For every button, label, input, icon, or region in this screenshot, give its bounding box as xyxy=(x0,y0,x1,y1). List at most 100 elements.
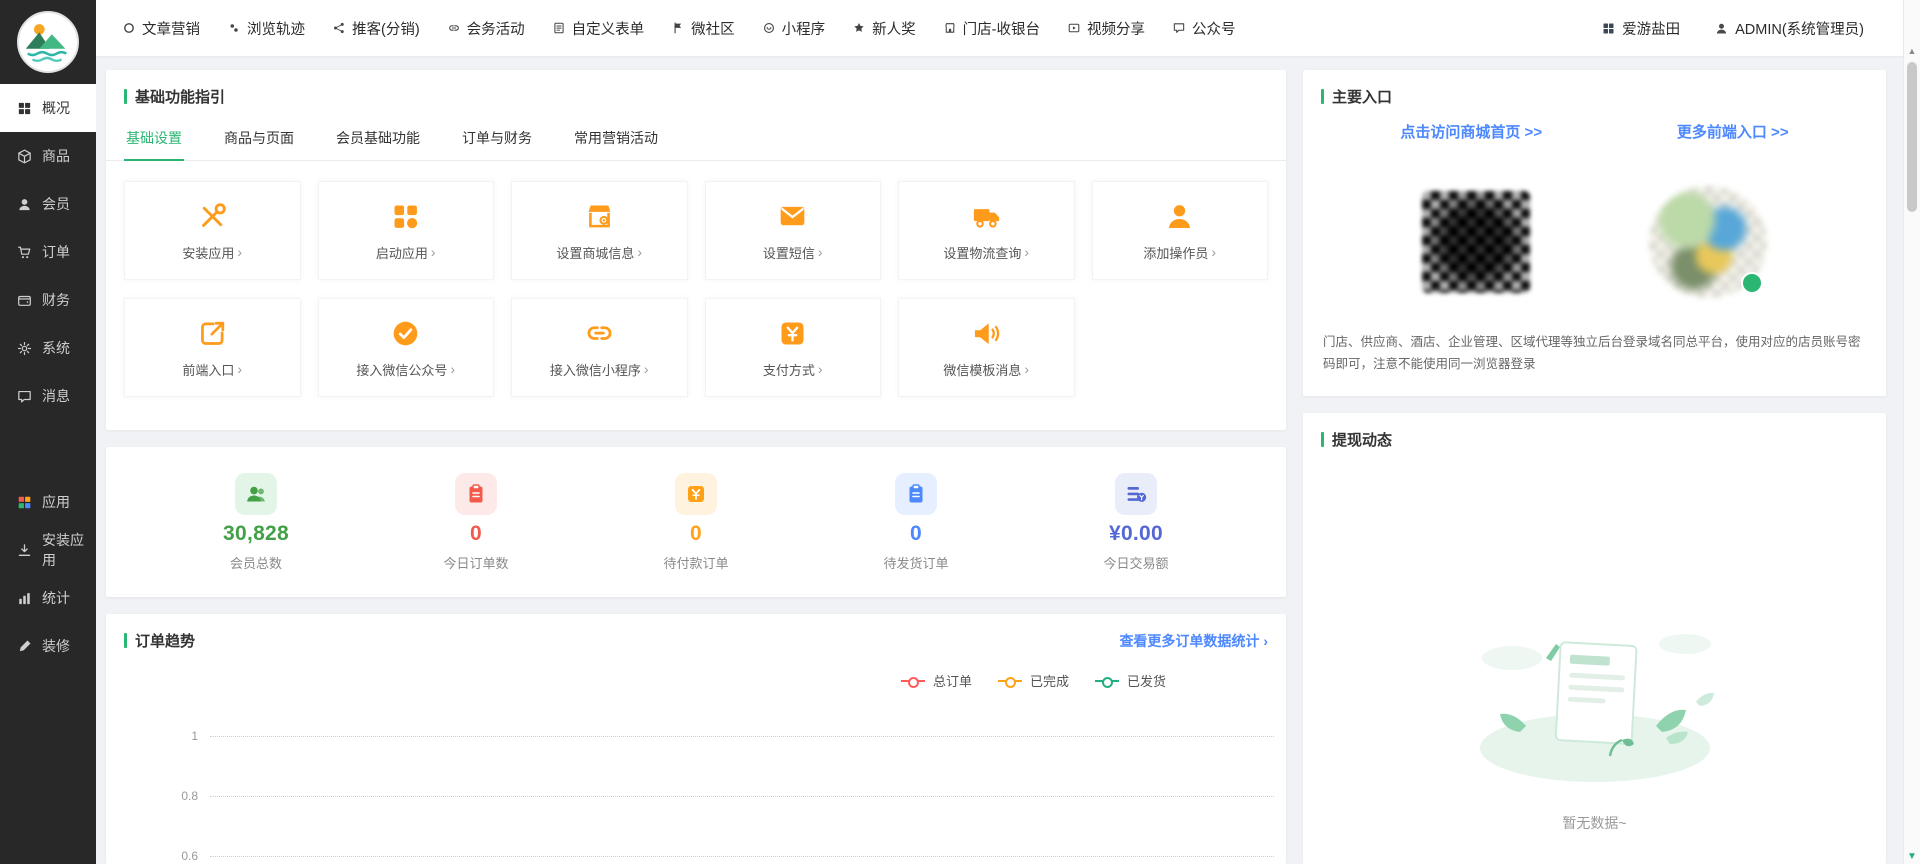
chevron-right-icon: › xyxy=(1024,361,1029,377)
guide-card-frontend-entry[interactable]: 前端入口› xyxy=(124,298,301,397)
dashboard-grid-icon xyxy=(16,100,33,117)
topnav-label: 会务活动 xyxy=(467,18,525,39)
sidebar-item-members[interactable]: 会员 xyxy=(0,180,96,228)
guide-card-add-operator[interactable]: 添加操作员› xyxy=(1092,181,1269,280)
title-accent-bar xyxy=(124,89,127,104)
withdraw-title-text: 提现动态 xyxy=(1332,429,1392,450)
stat-today-revenue: ¥0.00 今日交易额 xyxy=(1076,473,1196,572)
guide-card-template-message[interactable]: 微信模板消息› xyxy=(898,298,1075,397)
topnav-item-micro-community[interactable]: 微社区 xyxy=(671,18,735,39)
stat-label: 待发货订单 xyxy=(883,553,948,572)
topnav-item-mini-program[interactable]: 小程序 xyxy=(762,18,826,39)
guide-card-sms[interactable]: 设置短信› xyxy=(705,181,882,280)
stat-value: 30,828 xyxy=(223,522,289,546)
tab-basic-settings[interactable]: 基础设置 xyxy=(124,117,184,160)
topnav-label: 公众号 xyxy=(1192,18,1236,39)
scroll-up-arrow-icon[interactable]: ▲ xyxy=(1904,46,1920,56)
guide-card-install-app[interactable]: 安装应用› xyxy=(124,181,301,280)
legend-total-orders[interactable]: 总订单 xyxy=(901,671,972,690)
guide-card-label: 设置短信 xyxy=(763,243,815,262)
merchant-switcher[interactable]: 爱游盐田 xyxy=(1601,18,1680,39)
y-axis-tick: 0.6 xyxy=(168,849,198,863)
sidebar-item-orders[interactable]: 订单 xyxy=(0,228,96,276)
topnav-item-newcomer-award[interactable]: 新人奖 xyxy=(852,18,916,39)
merchant-grid-icon xyxy=(1601,21,1616,36)
topnav-item-store-cashier[interactable]: 门店-收银台 xyxy=(943,18,1040,39)
admin-name: ADMIN(系统管理员) xyxy=(1735,18,1864,39)
sidebar-item-messages[interactable]: 消息 xyxy=(0,372,96,420)
add-operator-icon xyxy=(1163,200,1196,233)
scrollbar[interactable]: ▲ ▼ xyxy=(1903,0,1920,864)
legend-completed[interactable]: 已完成 xyxy=(998,671,1069,690)
topnav-label: 门店-收银台 xyxy=(963,18,1040,39)
guide-tabs: 基础设置 商品与页面 会员基础功能 订单与财务 常用营销活动 xyxy=(106,117,1286,161)
admin-account-menu[interactable]: ADMIN(系统管理员) xyxy=(1714,18,1864,39)
topnav-item-browse-tracks[interactable]: 浏览轨迹 xyxy=(227,18,305,39)
basic-guide-card: 基础功能指引 基础设置 商品与页面 会员基础功能 订单与财务 常用营销活动 安装 xyxy=(106,70,1286,430)
share-icon xyxy=(332,21,346,35)
stat-today-orders: 0 今日订单数 xyxy=(416,473,536,572)
guide-card-logistics[interactable]: 设置物流查询› xyxy=(898,181,1075,280)
y-axis-tick: 1 xyxy=(168,729,198,743)
finance-wallet-icon xyxy=(16,292,33,309)
legend-label: 已发货 xyxy=(1127,671,1166,690)
more-entries-qr-wrap xyxy=(1649,186,1767,298)
community-flag-icon xyxy=(671,21,685,35)
members-person-icon xyxy=(16,196,33,213)
mall-home-link[interactable]: 点击访问商城首页 >> xyxy=(1400,121,1542,142)
guide-card-label: 添加操作员 xyxy=(1143,243,1208,262)
topnav-item-conference[interactable]: 会务活动 xyxy=(447,18,525,39)
guide-card-wechat-mini[interactable]: 接入微信小程序› xyxy=(511,298,688,397)
topnav-item-official-account[interactable]: 公众号 xyxy=(1172,18,1236,39)
guide-card-launch-app[interactable]: 启动应用› xyxy=(318,181,495,280)
sms-mail-icon xyxy=(776,200,809,233)
tab-marketing-activities[interactable]: 常用营销活动 xyxy=(572,117,660,160)
topbar: 文章营销 浏览轨迹 推客(分销) 会务活动 自定义表单 微社区 xyxy=(96,0,1920,56)
guide-card-mall-info[interactable]: 设置商城信息› xyxy=(511,181,688,280)
topnav-item-article-marketing[interactable]: 文章营销 xyxy=(122,18,200,39)
topnav-item-custom-form[interactable]: 自定义表单 xyxy=(552,18,645,39)
launch-apps-icon xyxy=(389,200,422,233)
scroll-down-arrow-icon[interactable]: ▼ xyxy=(1904,851,1920,862)
guide-card-title: 基础功能指引 xyxy=(124,86,225,107)
storefront-icon xyxy=(943,21,957,35)
tab-goods-pages[interactable]: 商品与页面 xyxy=(222,117,296,160)
topbar-right: 爱游盐田 ADMIN(系统管理员) xyxy=(1601,18,1894,39)
miniprogram-icon xyxy=(762,21,776,35)
more-order-stats-link[interactable]: 查看更多订单数据统计 › xyxy=(1119,631,1268,651)
sidebar-item-statistics[interactable]: 统计 xyxy=(0,574,96,622)
sidebar-item-system[interactable]: 系统 xyxy=(0,324,96,372)
guide-card-label: 接入微信公众号 xyxy=(356,360,447,379)
sidebar-item-install-apps[interactable]: 安装应用 xyxy=(0,526,96,574)
guide-card-payment[interactable]: 支付方式› xyxy=(705,298,882,397)
order-trend-chart: 1 0.8 0.6 xyxy=(106,706,1286,864)
withdraw-activity-card: 提现动态 xyxy=(1303,413,1886,864)
entry-card-head: 主要入口 xyxy=(1303,70,1886,107)
sidebar-item-decorate[interactable]: 装修 xyxy=(0,622,96,670)
sidebar-item-label: 消息 xyxy=(42,386,70,406)
sidebar-item-finance[interactable]: 财务 xyxy=(0,276,96,324)
mall-home-qr-code xyxy=(1422,191,1530,293)
guide-card-label: 设置商城信息 xyxy=(556,243,634,262)
scroll-thumb[interactable] xyxy=(1907,62,1917,212)
gridline xyxy=(210,736,1274,737)
entry-links: 点击访问商城首页 >> 更多前端入口 >> xyxy=(1303,121,1886,142)
more-entries-link[interactable]: 更多前端入口 >> xyxy=(1677,121,1789,142)
topnav-label: 新人奖 xyxy=(872,18,916,39)
legend-shipped[interactable]: 已发货 xyxy=(1095,671,1166,690)
entry-note-line1: 门店、供应商、酒店、企业管理、区域代理等独立后台登录域名同总平台，使用 xyxy=(1323,335,1761,349)
sidebar-item-apps[interactable]: 应用 xyxy=(0,478,96,526)
tab-orders-finance[interactable]: 订单与财务 xyxy=(460,117,534,160)
tab-member-basics[interactable]: 会员基础功能 xyxy=(334,117,422,160)
stat-value: ¥0.00 xyxy=(1109,522,1163,546)
entry-title-text: 主要入口 xyxy=(1332,86,1392,107)
guide-card-wechat-oa[interactable]: 接入微信公众号› xyxy=(318,298,495,397)
sidebar-item-goods[interactable]: 商品 xyxy=(0,132,96,180)
gridline xyxy=(210,796,1274,797)
topnav-label: 推客(分销) xyxy=(352,18,420,39)
sidebar-item-overview[interactable]: 概况 xyxy=(0,84,96,132)
chevron-right-icon: › xyxy=(818,244,823,260)
withdraw-card-head: 提现动态 xyxy=(1303,413,1886,450)
topnav-item-video-share[interactable]: 视频分享 xyxy=(1067,18,1145,39)
topnav-item-distribution[interactable]: 推客(分销) xyxy=(332,18,420,39)
